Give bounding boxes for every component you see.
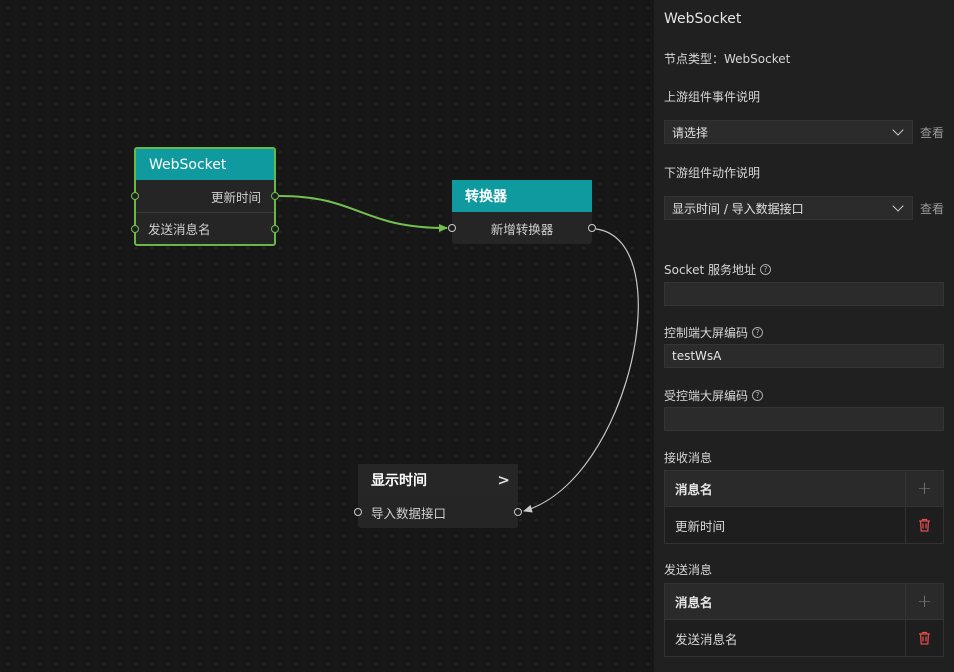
node-type-label: 节点类型：WebSocket — [664, 52, 791, 66]
socket-address-label: Socket 服务地址 ? — [664, 261, 771, 278]
delete-send-message-button[interactable] — [905, 620, 943, 656]
trash-icon — [919, 518, 930, 532]
websocket-node-output-row: 更新时间 — [131, 180, 279, 212]
flow-canvas[interactable]: WebSocket 更新时间 发送消息名 转换器 新增转换器 显示时间 > 导入… — [0, 0, 654, 672]
port-in-icon[interactable] — [448, 224, 456, 232]
add-send-message-button[interactable]: + — [905, 584, 943, 619]
upstream-select-value: 请选择 — [672, 125, 709, 140]
port-out-icon[interactable] — [588, 224, 596, 232]
message-name-cell: 更新时间 — [675, 518, 726, 534]
converter-node-title: 转换器 — [452, 180, 592, 212]
converter-row-label: 新增转换器 — [490, 221, 554, 237]
chevron-down-icon — [892, 200, 904, 212]
port-out-icon[interactable] — [271, 224, 279, 233]
socket-address-label-text: Socket 服务地址 — [664, 263, 756, 277]
upstream-view-link[interactable]: 查看 — [920, 124, 944, 141]
plus-icon: + — [916, 478, 933, 499]
controlled-code-label: 受控端大屏编码 ? — [664, 387, 764, 404]
port-out-icon[interactable] — [514, 508, 522, 516]
edge-websocket-to-converter[interactable] — [278, 195, 448, 232]
downstream-view-link[interactable]: 查看 — [920, 200, 944, 217]
trash-icon — [919, 631, 930, 645]
table-row: 发送消息名 — [665, 620, 943, 656]
display-time-node[interactable]: 显示时间 > 导入数据接口 — [354, 464, 522, 528]
port-in-icon[interactable] — [131, 224, 139, 233]
controlled-code-input[interactable] — [664, 407, 944, 431]
display-time-node-row: 导入数据接口 — [354, 496, 522, 528]
message-name-cell: 发送消息名 — [675, 631, 738, 647]
downstream-label: 下游组件动作说明 — [664, 166, 761, 180]
help-icon[interactable]: ? — [752, 327, 764, 338]
delete-receive-message-button[interactable] — [905, 507, 943, 543]
table-row: 更新时间 — [665, 507, 943, 543]
controlled-code-label-text: 受控端大屏编码 — [664, 389, 749, 403]
table-header: 消息名 + — [665, 584, 943, 620]
plus-icon: + — [916, 591, 933, 612]
upstream-label: 上游组件事件说明 — [664, 90, 761, 104]
display-time-node-header: 显示时间 > — [358, 464, 518, 496]
websocket-node-title: WebSocket — [136, 149, 274, 180]
converter-node-row: 新增转换器 — [448, 212, 596, 244]
help-icon[interactable]: ? — [759, 264, 771, 275]
control-code-label-text: 控制端大屏编码 — [664, 326, 749, 340]
chevron-down-icon — [892, 124, 904, 136]
downstream-select[interactable]: 显示时间 / 导入数据接口 — [664, 196, 913, 220]
panel-title: WebSocket — [664, 11, 742, 27]
receive-messages-label: 接收消息 — [664, 451, 713, 465]
table-header: 消息名 + — [665, 471, 943, 507]
edge-converter-to-display-time[interactable] — [523, 228, 639, 513]
add-receive-message-button[interactable]: + — [905, 471, 943, 506]
column-header-message-name: 消息名 — [675, 482, 713, 497]
display-time-node-title: 显示时间 — [371, 473, 427, 489]
websocket-node-input-row: 发送消息名 — [131, 212, 279, 244]
downstream-select-value: 显示时间 / 导入数据接口 — [672, 201, 804, 216]
receive-messages-table: 消息名 + 更新时间 — [664, 470, 944, 544]
websocket-output-label: 更新时间 — [210, 189, 261, 205]
properties-panel: WebSocket 节点类型：WebSocket 上游组件事件说明 请选择 查看… — [654, 0, 954, 672]
port-in-icon[interactable] — [131, 192, 139, 200]
port-out-icon[interactable] — [271, 192, 279, 200]
control-code-input[interactable]: testWsA — [664, 344, 944, 368]
chevron-right-icon[interactable]: > — [497, 471, 510, 489]
display-time-row-label: 导入数据接口 — [371, 505, 447, 521]
converter-node[interactable]: 转换器 新增转换器 — [448, 180, 596, 244]
column-header-message-name: 消息名 — [675, 595, 713, 610]
control-code-label: 控制端大屏编码 ? — [664, 324, 764, 341]
socket-address-input[interactable] — [664, 282, 944, 306]
edges-layer — [278, 195, 639, 513]
upstream-select[interactable]: 请选择 — [664, 120, 913, 144]
help-icon[interactable]: ? — [752, 390, 764, 401]
send-messages-table: 消息名 + 发送消息名 — [664, 583, 944, 657]
send-messages-label: 发送消息 — [664, 563, 713, 577]
port-in-icon[interactable] — [354, 508, 362, 516]
websocket-node[interactable]: WebSocket 更新时间 发送消息名 — [131, 147, 279, 246]
websocket-input-label: 发送消息名 — [148, 222, 211, 237]
